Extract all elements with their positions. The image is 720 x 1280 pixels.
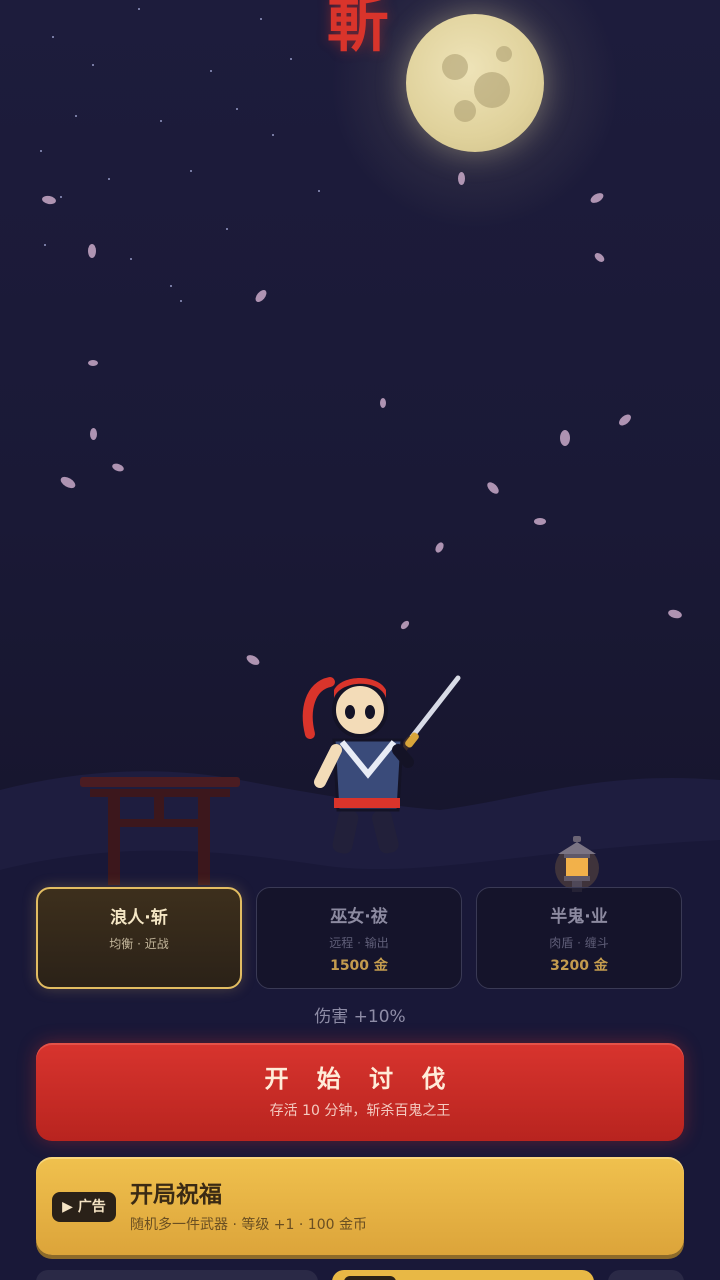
character-name: 巫女·祓 (330, 907, 388, 927)
game-screen: 斬 浪人·斩 均衡 · 近战 巫女·祓 远程 · 输出 1500 金 半鬼·业 … (0, 0, 720, 1280)
character-card-half-oni[interactable]: 半鬼·业 肉盾 · 缠斗 3200 金 (476, 887, 682, 989)
bottom-button-right[interactable] (608, 1270, 684, 1280)
character-card-ronin[interactable]: 浪人·斩 均衡 · 近战 (36, 887, 242, 989)
torii-gate (80, 777, 240, 885)
character-price: 3200 金 (550, 958, 608, 974)
start-hunt-button[interactable]: 开 始 讨 伐 存活 10 分钟，斩杀百鬼之王 (36, 1043, 684, 1141)
character-role: 远程 · 输出 (329, 936, 389, 950)
opening-blessing-ad-button[interactable]: ▶ 广告 开局祝福 随机多一件武器 · 等级 +1 · 100 金币 (36, 1157, 684, 1255)
bottom-button-badge (344, 1276, 396, 1280)
moon (406, 14, 544, 152)
blessing-subtitle: 随机多一件武器 · 等级 +1 · 100 金币 (130, 1217, 367, 1233)
character-role: 均衡 · 近战 (109, 937, 169, 951)
character-name: 半鬼·业 (550, 907, 608, 927)
start-button-subtitle: 存活 10 分钟，斩杀百鬼之王 (269, 1103, 451, 1119)
ronin-character (302, 675, 461, 854)
character-price: 1500 金 (330, 958, 388, 974)
character-bonus-text: 伤害 +10% (314, 1007, 406, 1027)
character-role: 肉盾 · 缠斗 (549, 936, 609, 950)
bottom-button-left[interactable] (36, 1270, 318, 1280)
character-card-miko[interactable]: 巫女·祓 远程 · 输出 1500 金 (256, 887, 462, 989)
start-button-label: 开 始 讨 伐 (264, 1065, 456, 1093)
bottom-button-center[interactable] (332, 1270, 594, 1280)
stone-lantern (555, 836, 599, 892)
game-title: 斬 (326, 0, 389, 60)
blessing-title: 开局祝福 (130, 1182, 222, 1208)
character-name: 浪人·斩 (110, 908, 168, 928)
ad-badge: ▶ 广告 (52, 1192, 116, 1222)
